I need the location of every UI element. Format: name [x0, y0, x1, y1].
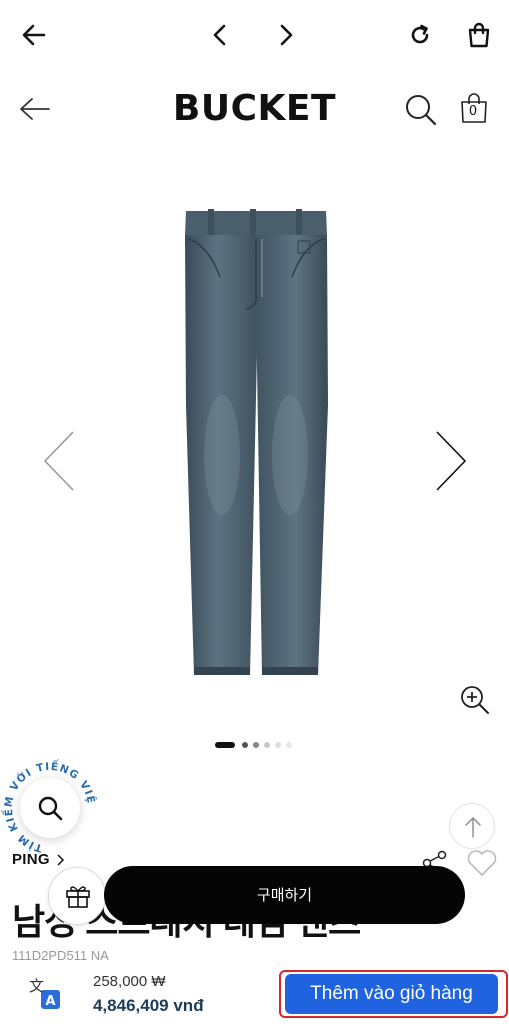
chevron-right-icon	[57, 854, 65, 866]
translate-icon[interactable]: A 文	[27, 976, 63, 1012]
product-image[interactable]	[150, 205, 362, 685]
gallery-next-icon[interactable]	[434, 430, 468, 492]
gift-button[interactable]	[48, 867, 106, 925]
cart-count-badge: 0	[468, 104, 478, 119]
pagination-dot[interactable]	[275, 742, 281, 748]
pagination-dot-active[interactable]	[215, 742, 235, 748]
gift-icon	[66, 886, 90, 908]
pagination-dot[interactable]	[286, 742, 292, 748]
search-icon[interactable]	[404, 93, 438, 127]
chevron-left-icon[interactable]	[212, 24, 228, 46]
heart-icon[interactable]	[466, 849, 498, 877]
scroll-to-top-button[interactable]	[449, 803, 495, 849]
gallery-prev-icon[interactable]	[42, 430, 76, 492]
reload-icon[interactable]	[408, 23, 432, 47]
add-to-cart-button[interactable]: Thêm vào giỏ hàng	[285, 974, 498, 1014]
svg-text:A: A	[46, 994, 56, 1009]
chevron-right-icon[interactable]	[278, 24, 294, 46]
shopping-bag-icon[interactable]	[467, 21, 491, 49]
original-price: 258,000 ₩	[93, 973, 166, 990]
buy-now-button[interactable]: 구매하기	[104, 866, 465, 924]
svg-text:文: 文	[29, 977, 44, 995]
arrow-left-icon[interactable]	[22, 24, 46, 46]
arrow-up-icon	[465, 817, 481, 838]
zoom-in-icon[interactable]	[459, 684, 491, 716]
browser-toolbar	[0, 0, 509, 70]
pagination-dot[interactable]	[253, 742, 259, 748]
gallery-pagination	[215, 741, 295, 749]
brand-name: PING	[12, 851, 50, 868]
brand-link[interactable]: PING	[12, 851, 66, 868]
floating-search-button[interactable]	[20, 778, 80, 838]
pagination-dot[interactable]	[242, 742, 248, 748]
pagination-dot[interactable]	[264, 742, 270, 748]
converted-price: 4,846,409 vnđ	[93, 996, 204, 1015]
search-icon	[38, 796, 63, 821]
